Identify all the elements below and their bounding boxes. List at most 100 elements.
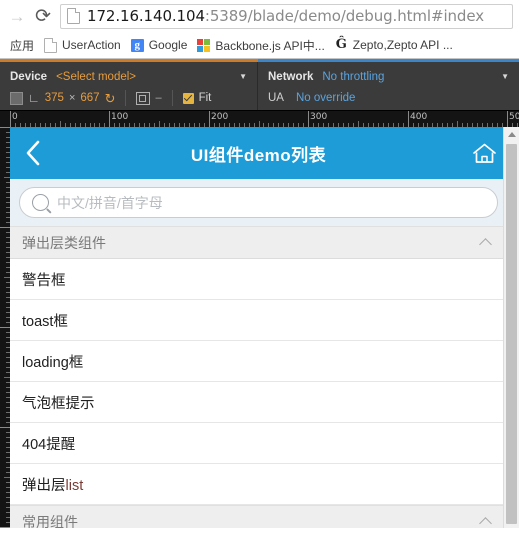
ruler-tick [10, 111, 11, 127]
ruler-tick [6, 182, 10, 183]
device-panel: Device <Select model> ▼ ∟ 375 × 667 ↻ – … [0, 62, 258, 110]
horizontal-ruler: 0 100 200 300 400 50 [0, 110, 519, 127]
chevron-down-icon[interactable]: ▼ [501, 72, 511, 81]
screencast-icon[interactable] [136, 91, 151, 105]
ruler-tick [6, 502, 10, 503]
ruler-tick [6, 262, 10, 263]
network-panel: Network No throttling ▼ UA No override [258, 62, 519, 110]
ruler-tick [6, 287, 10, 288]
bookmark-item-useraction[interactable]: UserAction [39, 34, 126, 56]
scrollbar-thumb[interactable] [506, 144, 517, 524]
ruler-tick [6, 507, 10, 508]
ruler-tick [0, 327, 10, 328]
dimension-separator: × [68, 92, 76, 104]
ruler-tick [6, 472, 10, 473]
ruler-label: 400 [410, 112, 428, 122]
list-item-label: loading框 [22, 354, 84, 371]
ruler-tick [6, 347, 10, 348]
list-item[interactable]: loading框 [10, 341, 507, 382]
section-header-popups[interactable]: 弹出层类组件 [10, 226, 507, 259]
ruler-tick [6, 337, 10, 338]
ruler-tick [308, 111, 309, 127]
circular-arrow-icon[interactable]: ↻ [105, 92, 116, 105]
address-bar[interactable]: 172.16.140.104:5389/blade/demo/debug.htm… [60, 3, 513, 29]
ruler-tick [6, 492, 10, 493]
list-item-label-prefix: 弹出层 [22, 477, 66, 494]
devtools-device-toolbar: Device <Select model> ▼ ∟ 375 × 667 ↻ – … [0, 59, 519, 127]
section-header-common[interactable]: 常用组件 [10, 505, 507, 528]
fit-checkbox[interactable] [182, 92, 194, 104]
fit-label: Fit [198, 92, 212, 104]
bookmark-apps[interactable]: 应用 [5, 34, 39, 56]
app-header: UI组件demo列表 [10, 127, 507, 179]
list-item[interactable]: 弹出层list [10, 464, 507, 505]
page-icon [67, 8, 80, 24]
rotate-icon[interactable]: ∟ [28, 92, 40, 104]
home-button[interactable] [461, 127, 507, 179]
network-throttling-row[interactable]: Network No throttling ▼ [268, 66, 511, 87]
section-title: 弹出层类组件 [22, 234, 106, 251]
ruler-tick [6, 452, 10, 453]
ruler-tick [6, 367, 10, 368]
ruler-tick [209, 111, 210, 127]
device-icon[interactable] [10, 91, 23, 105]
scroll-up-button[interactable] [504, 127, 519, 142]
ruler-tick [6, 202, 10, 203]
browser-chrome: → ⟳ 172.16.140.104:5389/blade/demo/debug… [0, 0, 519, 59]
ruler-tick [6, 382, 10, 383]
ruler-tick [6, 302, 10, 303]
device-width-input[interactable]: 375 [45, 92, 64, 104]
reload-button[interactable]: ⟳ [30, 3, 56, 29]
chevron-up-icon[interactable] [480, 236, 493, 249]
zepto-icon: Ĝ [335, 37, 347, 52]
ruler-label: 50 [509, 112, 519, 122]
device-model-row[interactable]: Device <Select model> ▼ [10, 66, 249, 87]
bookmark-item-zepto[interactable]: Ĝ Zepto,Zepto API ... [330, 34, 458, 56]
ruler-tick [6, 257, 10, 258]
ruler-tick [6, 332, 10, 333]
search-icon [32, 194, 49, 211]
ruler-tick [6, 432, 10, 433]
user-agent-row[interactable]: UA No override [268, 87, 511, 109]
page-scrollbar[interactable] [503, 127, 519, 528]
list-item[interactable]: toast框 [10, 300, 507, 341]
bookmark-label: Backbone.js API中... [215, 38, 325, 53]
ruler-tick [6, 487, 10, 488]
google-icon: g [130, 38, 144, 52]
ruler-tick [6, 387, 10, 388]
ruler-tick [6, 247, 10, 248]
ruler-tick [6, 462, 10, 463]
chevron-up-icon[interactable] [480, 515, 493, 528]
mobile-page: UI组件demo列表 中文/拼音/首字母 弹出层类组件 警告框 toast框 l… [10, 127, 507, 528]
chevron-down-icon[interactable]: ▼ [239, 72, 249, 81]
ruler-tick [6, 197, 10, 198]
device-height-input[interactable]: 667 [80, 92, 99, 104]
ruler-label: 200 [211, 112, 229, 122]
ruler-tick [6, 212, 10, 213]
bookmark-item-google[interactable]: g Google [126, 34, 193, 56]
bookmark-label: UserAction [62, 38, 121, 52]
bookmark-label: Zepto,Zepto API ... [352, 38, 453, 52]
scroll-up-icon [507, 132, 516, 137]
ruler-tick [6, 267, 10, 268]
ua-label: UA [268, 92, 284, 104]
list-item[interactable]: 404提醒 [10, 423, 507, 464]
ruler-tick [6, 522, 10, 523]
bookmark-item-backbone[interactable]: Backbone.js API中... [192, 34, 329, 56]
ruler-tick [6, 352, 10, 353]
list-item-label: 警告框 [22, 272, 66, 289]
url-host: 172.16.140.104 [87, 7, 205, 25]
search-input[interactable]: 中文/拼音/首字母 [19, 187, 498, 218]
ruler-tick [6, 402, 10, 403]
list-item-label: 弹出层list [22, 474, 83, 495]
divider [125, 90, 127, 106]
zoom-out-button[interactable]: – [155, 92, 161, 104]
ruler-tick [6, 412, 10, 413]
list-item[interactable]: 气泡框提示 [10, 382, 507, 423]
back-button[interactable] [10, 127, 56, 179]
ruler-tick [0, 127, 10, 128]
ruler-tick [6, 232, 10, 233]
list-item[interactable]: 警告框 [10, 259, 507, 300]
ruler-tick [109, 111, 110, 127]
forward-button[interactable]: → [4, 3, 30, 29]
